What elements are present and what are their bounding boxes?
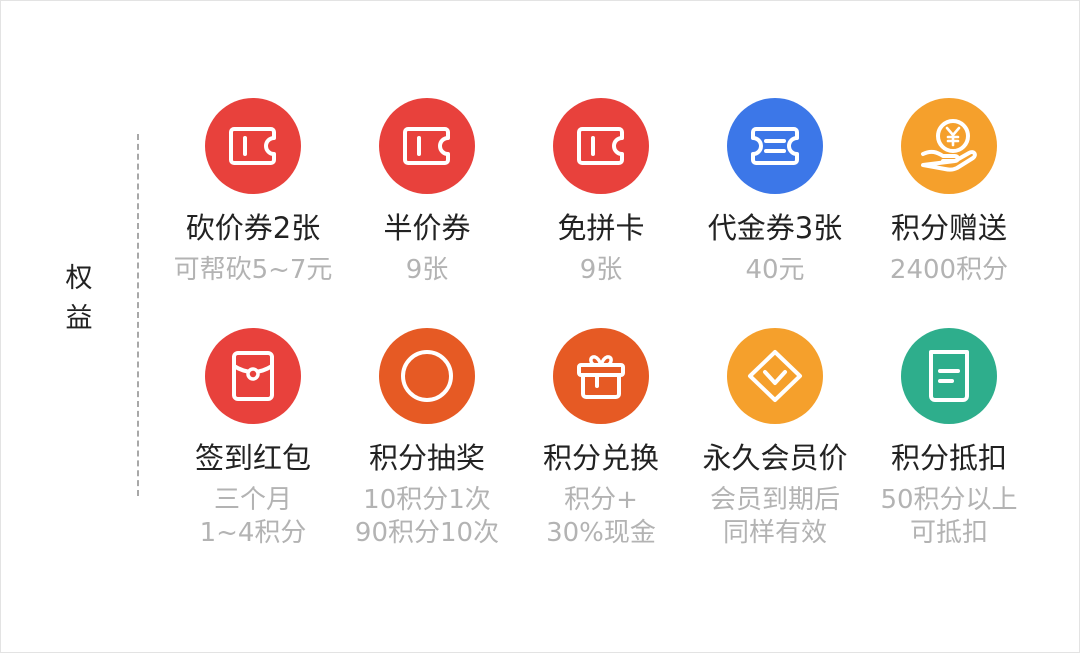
benefit-half-price-coupon[interactable]: 半价券 9张	[340, 98, 514, 328]
benefit-title: 积分兑换	[542, 441, 659, 475]
section-label-char-1: 权	[65, 263, 93, 294]
benefit-desc: 10积分1次 90积分10次	[355, 484, 499, 550]
gift-box-icon	[553, 328, 649, 424]
benefit-title: 永久会员价	[702, 441, 848, 475]
benefit-desc: 2400积分	[890, 254, 1008, 287]
benefit-desc: 9张	[406, 254, 449, 287]
benefit-desc-line: 1~4积分	[199, 518, 307, 548]
ticket-icon	[205, 98, 301, 194]
benefit-desc-line: 积分+	[564, 485, 638, 515]
benefit-desc-line: 2400积分	[889, 255, 1009, 285]
benefit-desc: 50积分以上 可抵扣	[880, 484, 1017, 550]
benefit-title: 积分抵扣	[890, 441, 1007, 475]
benefit-desc: 40元	[745, 254, 804, 287]
section-label: 权 益	[59, 259, 99, 339]
benefit-desc-line: 9张	[579, 255, 623, 285]
benefit-points-deduction[interactable]: 积分抵扣 50积分以上 可抵扣	[862, 328, 1036, 558]
coin-hand-icon	[901, 98, 997, 194]
benefits-grid: 砍价券2张 可帮砍5~7元 半价券 9张 免拼卡 9张 代金券3张 40元 积分…	[166, 98, 1036, 558]
benefit-title: 半价券	[383, 211, 471, 245]
benefit-desc-line: 30%现金	[546, 518, 656, 548]
benefit-title: 免拼卡	[557, 211, 645, 245]
benefit-desc-line: 40元	[745, 255, 805, 285]
benefit-permanent-member-price[interactable]: 永久会员价 会员到期后 同样有效	[688, 328, 862, 558]
circle-icon	[379, 328, 475, 424]
benefit-desc: 会员到期后 同样有效	[710, 484, 840, 550]
benefits-panel: 权 益 砍价券2张 可帮砍5~7元 半价券 9张 免拼卡 9张 代金券3张 40…	[0, 0, 1080, 653]
benefit-desc-line: 可帮砍5~7元	[173, 255, 333, 285]
red-envelope-icon	[205, 328, 301, 424]
benefit-title: 签到红包	[194, 441, 311, 475]
benefit-title: 积分赠送	[890, 211, 1007, 245]
voucher-icon	[727, 98, 823, 194]
benefit-title: 代金券3张	[707, 211, 843, 245]
benefit-desc-line: 10积分1次	[363, 485, 491, 515]
ticket-icon	[379, 98, 475, 194]
benefit-desc-line: 会员到期后	[709, 485, 840, 515]
benefit-desc-line: 90积分10次	[354, 518, 500, 548]
section-label-char-2: 益	[65, 303, 93, 334]
benefit-desc: 三个月 1~4积分	[200, 484, 307, 550]
benefit-desc-line: 同样有效	[722, 518, 827, 548]
benefit-points-exchange[interactable]: 积分兑换 积分+ 30%现金	[514, 328, 688, 558]
benefit-desc-line: 50积分以上	[880, 485, 1018, 515]
benefit-desc-line: 可抵扣	[909, 518, 988, 548]
document-icon	[901, 328, 997, 424]
benefit-desc-line: 9张	[405, 255, 449, 285]
benefit-title: 砍价券2张	[185, 211, 321, 245]
benefit-points-lottery[interactable]: 积分抽奖 10积分1次 90积分10次	[340, 328, 514, 558]
benefit-title: 积分抽奖	[368, 441, 485, 475]
dashed-divider	[137, 134, 139, 496]
benefit-desc: 可帮砍5~7元	[174, 254, 333, 287]
benefit-bargain-coupon[interactable]: 砍价券2张 可帮砍5~7元	[166, 98, 340, 328]
ticket-icon	[553, 98, 649, 194]
benefit-group-free-card[interactable]: 免拼卡 9张	[514, 98, 688, 328]
benefit-points-gift[interactable]: 积分赠送 2400积分	[862, 98, 1036, 328]
benefit-desc: 积分+ 30%现金	[546, 484, 656, 550]
benefit-desc-line: 三个月	[213, 485, 292, 515]
benefit-voucher[interactable]: 代金券3张 40元	[688, 98, 862, 328]
benefit-checkin-red-envelope[interactable]: 签到红包 三个月 1~4积分	[166, 328, 340, 558]
benefit-desc: 9张	[580, 254, 623, 287]
diamond-icon	[727, 328, 823, 424]
